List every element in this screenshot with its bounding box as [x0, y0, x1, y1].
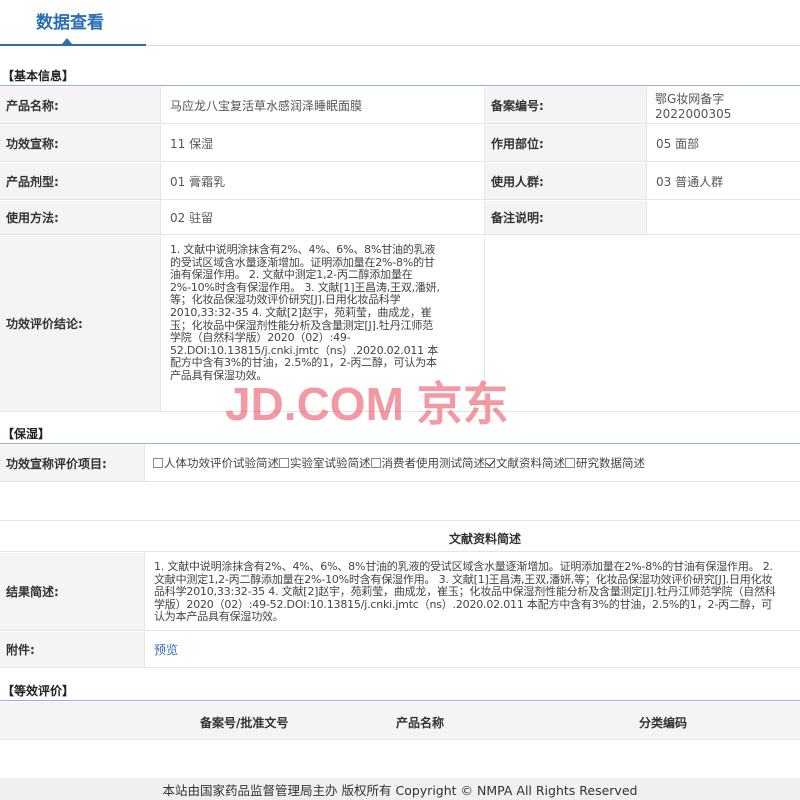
row-product-name: 产品名称: 马应龙八宝复活草水感润泽睡眠面膜 备案编号: 鄂G妆网备字20220…: [0, 87, 800, 124]
col-product-name: 产品名称: [396, 716, 445, 730]
eval-options: 人体功效评价试验简述 实验室试验简述 消费者使用测试简述 文献资料简述 研究数据…: [144, 445, 800, 481]
checkbox-icon[interactable]: [370, 458, 381, 468]
col-category-code: 分类编码: [639, 716, 688, 730]
option-label: 文献资料简述: [496, 456, 565, 470]
checkbox-checked-icon[interactable]: [485, 458, 495, 468]
tab-caret-icon: [62, 38, 72, 44]
record-no-value: 鄂G妆网备字2022000305: [646, 87, 800, 123]
product-name-value: 马应龙八宝复活草水感润泽睡眠面膜: [160, 87, 483, 123]
col-record-no: 备案号/批准文号: [200, 716, 289, 730]
attachment-cell: 预览: [144, 632, 800, 667]
conclusion-empty-cell: [484, 236, 800, 411]
form-label: 产品剂型:: [0, 163, 160, 199]
checkbox-icon[interactable]: [279, 458, 289, 468]
product-name-label: 产品名称:: [0, 87, 160, 123]
preview-link[interactable]: 预览: [154, 641, 178, 658]
equiv-table-header: 备案号/批准文号 产品名称 分类编码: [0, 702, 800, 740]
literature-subheading: 文献资料简述: [448, 532, 521, 546]
row-spacer: [0, 483, 800, 520]
users-label: 使用人群:: [484, 163, 646, 199]
tab-data-view[interactable]: 数据查看: [0, 0, 146, 46]
row-result: 结果简述: 1. 文献中说明涂抹含有2%、4%、6%、8%甘油的乳液的受试区域含…: [0, 553, 800, 631]
checkbox-icon[interactable]: [565, 458, 575, 468]
row-eval-items: 功效宣称评价项目: 人体功效评价试验简述 实验室试验简述 消费者使用测试简述 文…: [0, 445, 800, 482]
option-consumer-test[interactable]: 消费者使用测试简述: [370, 455, 486, 471]
claim-value: 11 保湿: [160, 125, 483, 161]
option-research-data[interactable]: 研究数据简述: [565, 455, 645, 471]
row-claim: 功效宣称: 11 保湿 作用部位: 05 面部: [0, 125, 800, 162]
conclusion-label: 功效评价结论:: [0, 236, 160, 411]
form-value: 01 膏霜乳: [160, 163, 483, 199]
site-footer: 本站由国家药品监督管理局主办 版权所有 Copyright © NMPA All…: [0, 778, 800, 800]
option-label: 人体功效评价试验简述: [164, 456, 279, 470]
remark-value: [646, 201, 800, 234]
remark-label: 备注说明:: [484, 201, 646, 234]
usage-value: 02 驻留: [160, 201, 483, 234]
tab-bar: 数据查看: [0, 0, 800, 46]
checkbox-icon[interactable]: [153, 458, 163, 468]
eval-items-label: 功效宣称评价项目:: [0, 445, 144, 481]
result-cell: 1. 文献中说明涂抹含有2%、4%、6%、8%甘油的乳液的受试区域含水量逐渐增加…: [144, 553, 800, 630]
conclusion-text: 1. 文献中说明涂抹含有2%、4%、6%、8%甘油的乳液的受试区域含水量逐渐增加…: [170, 243, 440, 382]
row-form: 产品剂型: 01 膏霜乳 使用人群: 03 普通人群: [0, 163, 800, 200]
option-lab-test[interactable]: 实验室试验简述: [279, 455, 371, 471]
result-text: 1. 文献中说明涂抹含有2%、4%、6%、8%甘油的乳液的受试区域含水量逐渐增加…: [154, 560, 776, 624]
option-label: 研究数据简述: [576, 456, 645, 470]
section-equiv: 【等效评价】: [0, 681, 800, 701]
tab-data-view-label: 数据查看: [36, 13, 104, 33]
part-label: 作用部位:: [484, 125, 646, 161]
option-human-efficacy[interactable]: 人体功效评价试验简述: [153, 455, 279, 471]
option-label: 消费者使用测试简述: [381, 456, 486, 470]
record-no-label: 备案编号:: [484, 87, 646, 123]
result-label: 结果简述:: [0, 553, 144, 630]
users-value: 03 普通人群: [646, 163, 800, 199]
section-moisture: 【保湿】: [0, 424, 800, 444]
row-subheading: 文献资料简述: [0, 520, 800, 552]
option-label: 实验室试验简述: [290, 456, 371, 470]
part-value: 05 面部: [646, 125, 800, 161]
row-usage: 使用方法: 02 驻留 备注说明:: [0, 201, 800, 235]
claim-label: 功效宣称:: [0, 125, 160, 161]
usage-label: 使用方法:: [0, 201, 160, 234]
option-literature[interactable]: 文献资料简述: [485, 455, 565, 471]
row-attachment: 附件: 预览: [0, 632, 800, 668]
attachment-label: 附件:: [0, 632, 144, 667]
section-basic-info: 【基本信息】: [0, 66, 800, 86]
